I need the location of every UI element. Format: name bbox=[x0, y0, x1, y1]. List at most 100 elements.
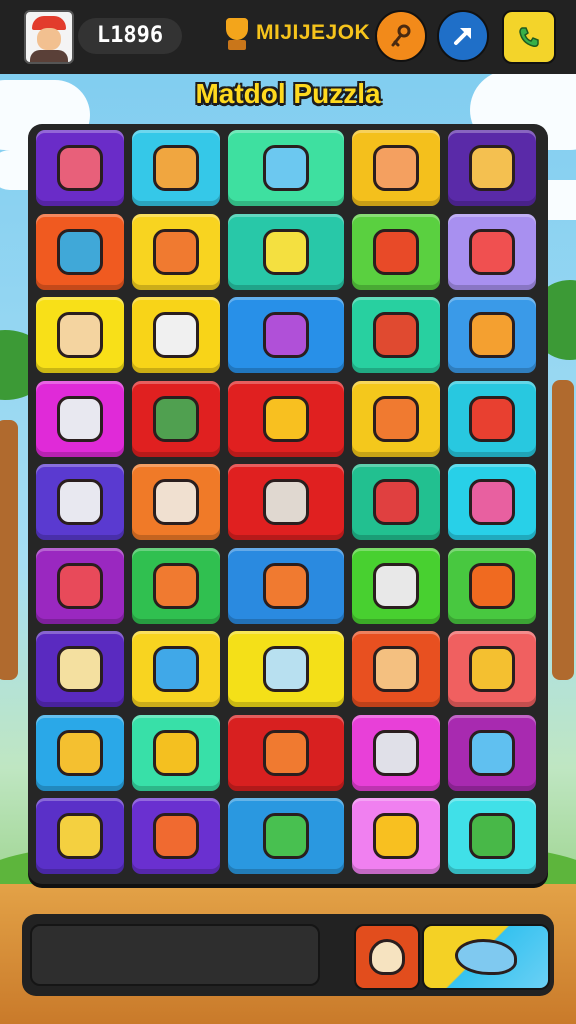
ping-pong-paddle-icon bbox=[57, 145, 103, 191]
balloon-icon bbox=[153, 729, 199, 776]
puzzle-tile[interactable] bbox=[132, 380, 220, 457]
power-up-button[interactable] bbox=[422, 924, 550, 990]
puzzle-tile[interactable] bbox=[448, 130, 536, 206]
crab-icon bbox=[373, 395, 419, 442]
puzzle-tile[interactable] bbox=[132, 547, 220, 624]
lamp-icon bbox=[373, 562, 419, 609]
gamepad-icon bbox=[469, 228, 515, 275]
avatar-shirt bbox=[30, 50, 68, 62]
puzzle-tile[interactable] bbox=[352, 547, 440, 624]
cup-icon bbox=[153, 145, 199, 191]
puzzle-tile[interactable] bbox=[352, 714, 440, 791]
puzzle-tile[interactable] bbox=[352, 798, 440, 874]
puzzle-tile[interactable] bbox=[132, 714, 220, 791]
puzzle-tile[interactable] bbox=[228, 798, 344, 874]
game-title: Matdol Puzzla bbox=[195, 78, 381, 109]
gear-icon bbox=[153, 228, 199, 275]
bandage-icon bbox=[469, 813, 515, 859]
phone-button[interactable] bbox=[502, 10, 556, 64]
player-avatar[interactable] bbox=[24, 10, 74, 64]
robot-icon bbox=[373, 729, 419, 776]
gamepad-icon bbox=[57, 479, 103, 525]
ghost-icon bbox=[369, 939, 405, 975]
puzzle-tile[interactable] bbox=[448, 547, 536, 624]
bone-icon bbox=[153, 479, 199, 525]
radio-icon bbox=[57, 228, 103, 275]
puzzle-tile[interactable] bbox=[448, 714, 536, 791]
puzzle-tile[interactable] bbox=[448, 464, 536, 540]
puzzle-tile[interactable] bbox=[228, 714, 344, 791]
robot-icon bbox=[57, 395, 103, 442]
popsicle-icon bbox=[469, 145, 515, 191]
ping-pong-paddle-icon bbox=[469, 479, 515, 525]
puzzle-tile[interactable] bbox=[448, 631, 536, 707]
carrot-icon bbox=[153, 813, 199, 859]
phone-icon bbox=[519, 27, 539, 47]
note-slash-icon bbox=[373, 646, 419, 692]
puzzle-tile[interactable] bbox=[448, 213, 536, 290]
magnifier-icon bbox=[373, 813, 419, 859]
puzzle-tile[interactable] bbox=[36, 130, 124, 206]
hippo-icon bbox=[263, 312, 309, 358]
hint-button[interactable] bbox=[354, 924, 420, 990]
palm-trunk bbox=[552, 380, 574, 680]
bird-icon bbox=[455, 939, 517, 975]
puzzle-tile[interactable] bbox=[352, 297, 440, 373]
key-icon bbox=[391, 24, 411, 47]
trophy-icon bbox=[224, 14, 250, 52]
box-icon bbox=[57, 729, 103, 776]
puzzle-tile[interactable] bbox=[36, 464, 124, 540]
puzzle-tile[interactable] bbox=[132, 798, 220, 874]
puzzle-tile[interactable] bbox=[352, 380, 440, 457]
brand-name: MIJIJEJOK bbox=[256, 21, 371, 44]
avatar-face bbox=[37, 28, 61, 50]
puzzle-tile[interactable] bbox=[36, 798, 124, 874]
puzzle-tile[interactable] bbox=[36, 213, 124, 290]
vase-icon bbox=[373, 479, 419, 525]
puzzle-tile[interactable] bbox=[352, 213, 440, 290]
leaf-icon bbox=[469, 646, 515, 692]
palm-trunk bbox=[0, 420, 18, 680]
monster-icon bbox=[153, 395, 199, 442]
bottom-bar bbox=[22, 914, 554, 996]
share-arrow-icon bbox=[454, 28, 471, 45]
puzzle-tile[interactable] bbox=[132, 297, 220, 373]
puzzle-tile[interactable] bbox=[352, 631, 440, 707]
note-icon bbox=[153, 312, 199, 358]
puzzle-tile[interactable] bbox=[352, 130, 440, 206]
bowl-icon bbox=[373, 228, 419, 275]
puzzle-tile[interactable] bbox=[352, 464, 440, 540]
puzzle-tile[interactable] bbox=[228, 297, 344, 373]
pencil-icon bbox=[469, 729, 515, 776]
puzzle-tile[interactable] bbox=[36, 631, 124, 707]
puzzle-tile[interactable] bbox=[228, 547, 344, 624]
puzzle-tile[interactable] bbox=[36, 547, 124, 624]
face-icon bbox=[57, 312, 103, 358]
puzzle-tile[interactable] bbox=[448, 798, 536, 874]
gamepad-icon bbox=[263, 145, 309, 191]
puzzle-tile[interactable] bbox=[228, 380, 344, 457]
puzzle-tile[interactable] bbox=[36, 380, 124, 457]
gamepad-icon bbox=[57, 813, 103, 859]
puzzle-tile[interactable] bbox=[132, 464, 220, 540]
dog-icon bbox=[263, 646, 309, 692]
puzzle-tile[interactable] bbox=[132, 213, 220, 290]
puzzle-tile[interactable] bbox=[228, 130, 344, 206]
key-button[interactable] bbox=[375, 10, 427, 62]
chopsticks-icon bbox=[373, 312, 419, 358]
puzzle-tile[interactable] bbox=[132, 130, 220, 206]
puzzle-tile[interactable] bbox=[228, 464, 344, 540]
jar-icon bbox=[373, 145, 419, 191]
puzzle-tile[interactable] bbox=[228, 631, 344, 707]
puzzle-tile[interactable] bbox=[228, 213, 344, 290]
puzzle-tile[interactable] bbox=[448, 297, 536, 373]
puzzle-board bbox=[28, 124, 548, 884]
bear-icon bbox=[263, 479, 309, 525]
rattle-icon bbox=[57, 646, 103, 692]
puzzle-tile[interactable] bbox=[36, 297, 124, 373]
puzzle-tile[interactable] bbox=[36, 714, 124, 791]
wand-icon bbox=[153, 646, 199, 692]
share-button[interactable] bbox=[437, 10, 489, 62]
puzzle-tile[interactable] bbox=[448, 380, 536, 457]
puzzle-tile[interactable] bbox=[132, 631, 220, 707]
